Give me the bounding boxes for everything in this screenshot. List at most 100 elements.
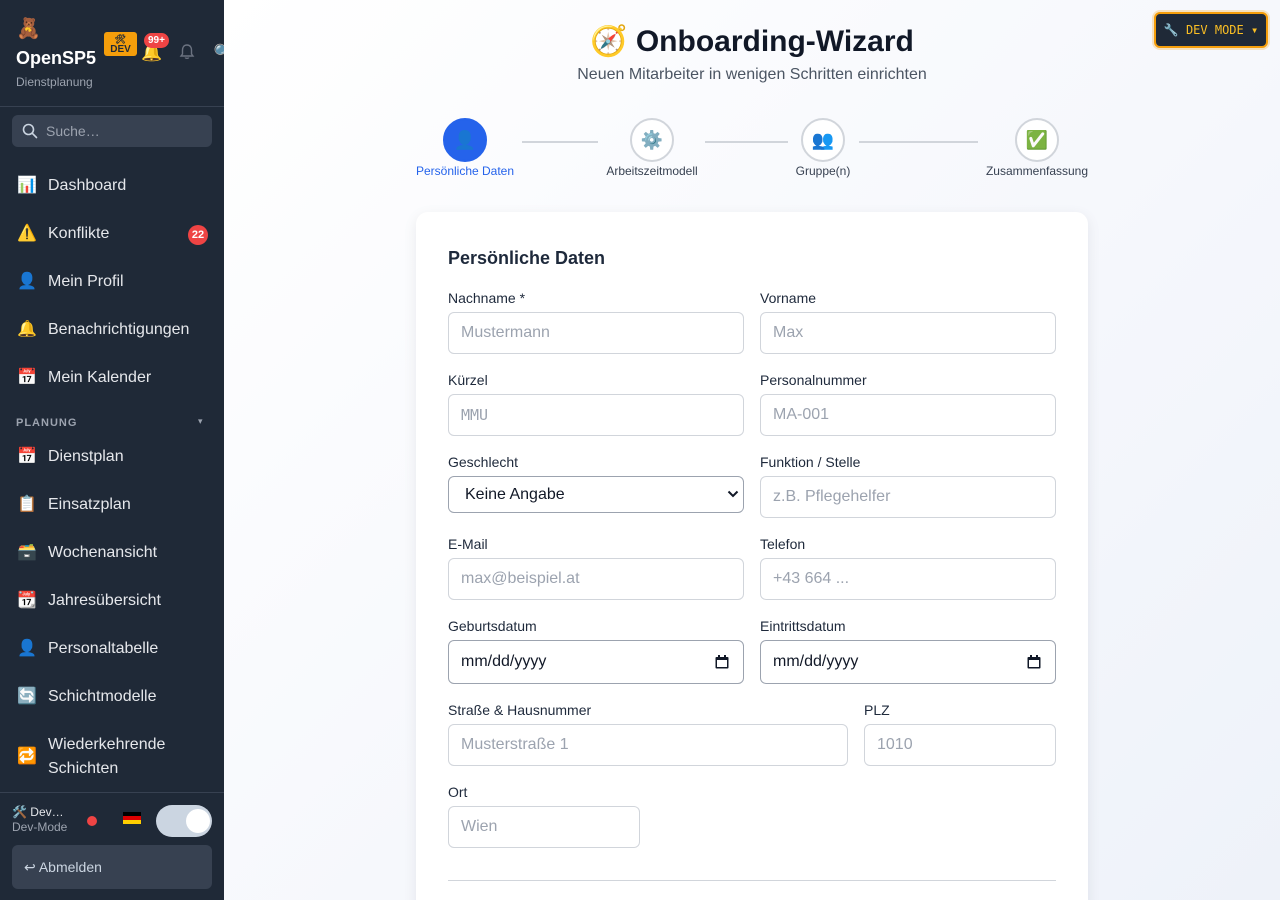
step-label: Arbeitszeitmodell (606, 164, 698, 178)
sidebar-item-einsatzplan[interactable]: 📋 Einsatzplan (0, 481, 224, 529)
spiral-calendar-icon: 📆 (17, 592, 37, 609)
step-arbeitszeitmodell[interactable]: ⚙️ Arbeitszeitmodell (571, 118, 731, 182)
step-zusammenfassung[interactable]: ✅ Zusammenfassung (956, 118, 1116, 182)
telefon-placeholder: +43 664 ... (773, 570, 850, 587)
dev-badge-label: DEV (110, 44, 131, 55)
sidebar-item-label: Konflikte (48, 225, 110, 242)
logout-label: ↩ Abmelden (24, 859, 102, 875)
kuerzel-label: Kürzel (448, 372, 488, 388)
search-placeholder: Suche… (46, 123, 100, 139)
repeat-icon: 🔁 (17, 748, 37, 765)
plz-input[interactable]: 1010 (864, 724, 1056, 766)
vorname-placeholder: Max (773, 324, 804, 341)
ort-placeholder: Wien (461, 818, 498, 835)
logout-button[interactable]: ↩ Abmelden (12, 845, 212, 889)
calendar-icon[interactable] (1027, 655, 1041, 669)
sidebar-item-label: Jahresübersicht (48, 592, 161, 609)
funktion-label: Funktion / Stelle (760, 454, 861, 470)
funktion-placeholder: z.B. Pflegehelfer (773, 488, 891, 505)
app-name: OpenSP5 (16, 48, 97, 68)
sidebar-item-dienstplan[interactable]: 📅 Dienstplan (0, 433, 224, 481)
user-icon: 👤 (443, 118, 487, 162)
bear-logo-icon: 🧸 (16, 18, 41, 40)
sidebar-item-wiederkehrende-schichten[interactable]: 🔁 Wiederkehrende Schichten (0, 733, 224, 781)
toggle-knob (186, 809, 210, 833)
conflict-count-badge: 22 (188, 225, 208, 245)
page-subtitle: Neuen Mitarbeiter in wenigen Schritten e… (577, 66, 927, 83)
form-title: Persönliche Daten (448, 248, 606, 268)
calendar-icon: 📅 (17, 448, 37, 465)
sidebar-item-label: Wochenansicht (48, 544, 158, 561)
page-title-text: Onboarding-Wizard (635, 25, 914, 58)
plz-label: PLZ (864, 702, 890, 718)
strasse-placeholder: Musterstraße 1 (461, 736, 569, 753)
ort-label: Ort (448, 784, 468, 800)
german-flag-icon[interactable] (123, 812, 141, 824)
users-icon: 👥 (801, 118, 845, 162)
strasse-input[interactable]: Musterstraße 1 (448, 724, 848, 766)
kuerzel-input[interactable]: MMU (448, 394, 744, 436)
calendar-icon[interactable] (715, 655, 729, 669)
notification-count-badge: 99+ (144, 33, 169, 48)
geburtsdatum-input[interactable]: mm/dd/yyyy (448, 640, 744, 684)
personalnummer-input[interactable]: MA-001 (760, 394, 1056, 436)
funktion-input[interactable]: z.B. Pflegehelfer (760, 476, 1056, 518)
telefon-input[interactable]: +43 664 ... (760, 558, 1056, 600)
sidebar-item-label: Dashboard (48, 177, 127, 194)
user-icon: 👤 (17, 640, 37, 657)
email-placeholder: max@beispiel.at (461, 570, 580, 587)
chevron-down-icon (727, 490, 739, 498)
sidebar-item-jahresuebersicht[interactable]: 📆 Jahresübersicht (0, 577, 224, 625)
geschlecht-label: Geschlecht (448, 454, 519, 470)
email-label: E-Mail (448, 536, 488, 552)
sidebar-item-label: Schichtmodelle (48, 688, 157, 705)
form-card: Persönliche Daten Nachname * Mustermann … (416, 212, 1088, 900)
page-title: 🧭 Onboarding-Wizard (224, 22, 1280, 62)
main-content: 🔧 DEV MODE ▾ 🧭 Onboarding-Wizard Neuen M… (224, 0, 1280, 900)
sidebar-item-mein-kalender[interactable]: 📅 Mein Kalender (0, 354, 224, 402)
sidebar-item-label: Benachrichtigungen (48, 321, 190, 338)
sidebar-item-schichtmodelle[interactable]: 🔄 Schichtmodelle (0, 673, 224, 721)
step-gruppen[interactable]: 👥 Gruppe(n) (742, 118, 902, 182)
sidebar-footer: 🛠️ Dev… Dev-Mode ↩ Abmelden (0, 792, 224, 900)
vorname-input[interactable]: Max (760, 312, 1056, 354)
check-icon: ✅ (1015, 118, 1059, 162)
chevron-down-icon[interactable]: ▾ (198, 416, 203, 427)
nachname-placeholder: Mustermann (461, 324, 550, 341)
sidebar-item-benachrichtigungen[interactable]: 🔔 Benachrichtigungen (0, 306, 224, 354)
sidebar-item-personaltabelle[interactable]: 👤 Personaltabelle (0, 625, 224, 673)
nachname-input[interactable]: Mustermann (448, 312, 744, 354)
sidebar-item-label: Wiederkehrende Schichten (48, 736, 166, 777)
sidebar-item-label: Personaltabelle (48, 640, 159, 657)
sidebar-item-konflikte[interactable]: ⚠️ Konflikte 22 (0, 210, 224, 258)
eintrittsdatum-value: mm/dd/yyyy (773, 653, 859, 670)
warning-icon: ⚠️ (17, 225, 37, 242)
email-input[interactable]: max@beispiel.at (448, 558, 744, 600)
nachname-label: Nachname * (448, 290, 526, 306)
user-name: 🛠️ Dev… (12, 805, 64, 819)
eintrittsdatum-input[interactable]: mm/dd/yyyy (760, 640, 1056, 684)
sidebar-search[interactable]: Suche… (12, 115, 212, 147)
vorname-label: Vorname (760, 290, 817, 306)
sidebar-item-label: Einsatzplan (48, 496, 131, 513)
bell-outline-icon[interactable] (178, 43, 196, 63)
sidebar-item-wochenansicht[interactable]: 🗃️ Wochenansicht (0, 529, 224, 577)
plz-placeholder: 1010 (877, 736, 913, 753)
status-dot (87, 816, 97, 826)
sidebar-item-mein-profil[interactable]: 👤 Mein Profil (0, 258, 224, 306)
dev-badge: 🛠 DEV (104, 32, 137, 56)
sidebar-item-dashboard[interactable]: 📊 Dashboard (0, 162, 224, 210)
form-divider (448, 880, 1056, 881)
sidebar-item-label: Dienstplan (48, 448, 124, 465)
user-role: Dev-Mode (12, 820, 68, 834)
refresh-icon: 🔄 (17, 688, 37, 705)
compass-icon: 🧭 (590, 25, 628, 58)
bell-icon: 🔔 (17, 321, 37, 338)
search-icon (22, 123, 38, 139)
section-title-planung: PLANUNG (16, 417, 78, 429)
geschlecht-select[interactable]: Keine Angabe (448, 476, 744, 513)
theme-toggle[interactable] (156, 805, 212, 837)
eintrittsdatum-label: Eintrittsdatum (760, 618, 846, 634)
step-persoenliche-daten[interactable]: 👤 Persönliche Daten (384, 118, 544, 182)
ort-input[interactable]: Wien (448, 806, 640, 848)
